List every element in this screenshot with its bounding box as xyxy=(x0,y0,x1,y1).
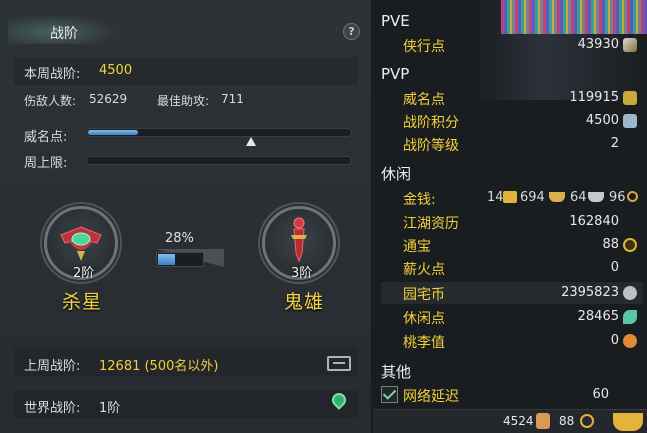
leisure-row-seniority: 江湖资历 162840 xyxy=(403,211,639,233)
other-section-header: 其他 xyxy=(381,363,412,381)
damage-count-label: 伤敌人数: xyxy=(24,94,77,108)
pvp-row-rank-score: 战阶积分 4500 xyxy=(403,110,639,132)
money-silver-value: 694 xyxy=(520,190,545,205)
stat-key: 威名点 xyxy=(403,92,445,108)
panel-title: 战阶 xyxy=(50,26,78,42)
rank-score-icon xyxy=(623,114,637,128)
gold-ingot-shop-icon[interactable] xyxy=(613,413,643,431)
stat-value: 4500 xyxy=(585,113,619,128)
stat-key: 通宝 xyxy=(403,239,431,255)
pvp-row-prestige: 威名点 119915 xyxy=(403,87,639,109)
copper-ingot-icon xyxy=(588,192,604,202)
money-gold-value: 14 xyxy=(487,190,504,205)
game-scene-decoration xyxy=(501,0,647,34)
footer-coin-value: 88 xyxy=(559,414,575,428)
stat-value: 162840 xyxy=(569,214,619,229)
gourd-icon xyxy=(623,334,637,348)
weekly-cap-bar xyxy=(86,156,352,165)
stat-value: 0 xyxy=(610,333,619,348)
copper-coin-icon xyxy=(627,191,638,202)
best-assist-label: 最佳助攻: xyxy=(157,94,210,108)
leisure-section-header: 休闲 xyxy=(381,165,412,183)
leisure-row-yuanzhai: 园宅币 2395823 xyxy=(403,282,639,304)
next-rank-name: 鬼雄 xyxy=(284,291,325,313)
world-rank-value: 1阶 xyxy=(99,401,121,416)
stat-key: 桃李值 xyxy=(403,335,445,351)
stat-value: 119915 xyxy=(569,90,619,105)
rank-progress-percent: 28% xyxy=(165,231,194,246)
cloud-icon xyxy=(623,286,637,300)
character-icon xyxy=(536,413,550,429)
weekly-rank-value: 4500 xyxy=(99,63,133,78)
leisure-row-leisure-points: 休闲点 28465 xyxy=(403,306,639,328)
money-ingot-value: 96 xyxy=(609,190,626,205)
weekly-rank-label: 本周战阶: xyxy=(24,67,81,82)
rank-panel: 战阶 ? 本周战阶: 4500 伤敌人数: 52629 最佳助攻: 711 威名… xyxy=(0,0,372,433)
rank-progress-fill xyxy=(158,254,175,265)
other-row-latency: 网络延迟 60 xyxy=(403,384,639,406)
best-assist-value: 711 xyxy=(221,92,244,106)
sword-icon xyxy=(623,38,637,52)
weekly-cap-label: 周上限: xyxy=(24,156,68,171)
leisure-row-xinhuo: 薪火点 0 xyxy=(403,257,639,279)
stat-value: 2395823 xyxy=(561,285,619,300)
reward-mail-icon[interactable] xyxy=(327,356,351,371)
stat-value: 88 xyxy=(602,237,619,252)
stat-value: 43930 xyxy=(577,37,619,52)
current-rank-level: 2阶 xyxy=(73,266,95,281)
last-week-label: 上周战阶: xyxy=(24,359,81,374)
footer-coin-icon xyxy=(580,414,594,428)
prestige-icon xyxy=(623,91,637,105)
next-rank-level: 3阶 xyxy=(291,266,313,281)
help-button[interactable]: ? xyxy=(343,23,360,40)
stat-value: 2 xyxy=(610,136,619,151)
currency-footer: 4524 88 xyxy=(373,409,647,433)
prestige-bar-fill xyxy=(88,130,138,135)
money-label: 金钱: xyxy=(403,192,436,208)
world-rank-label: 世界战阶: xyxy=(24,401,81,416)
current-rank-name: 杀星 xyxy=(62,291,103,313)
stat-key: 网络延迟 xyxy=(403,389,459,405)
money-copper-value: 64 xyxy=(570,190,587,205)
gold-ingot-icon xyxy=(503,191,517,203)
pve-row-xiaxing: 侠行点 43930 xyxy=(403,34,639,56)
stat-value: 28465 xyxy=(577,309,619,324)
stat-key: 江湖资历 xyxy=(403,216,459,232)
footer-left-value: 4524 xyxy=(503,414,534,428)
pvp-section-header: PVP xyxy=(381,65,410,83)
prestige-label: 威名点: xyxy=(24,130,68,145)
stat-key: 战阶积分 xyxy=(403,115,459,131)
pvp-row-rank-level: 战阶等级 2 xyxy=(403,133,639,155)
coin-icon xyxy=(623,238,637,252)
stat-value: 60 xyxy=(592,387,609,402)
stat-value: 0 xyxy=(610,260,619,275)
stat-key: 薪火点 xyxy=(403,262,445,278)
stat-key: 园宅币 xyxy=(403,287,445,303)
stat-key: 战阶等级 xyxy=(403,138,459,154)
pve-section-header: PVE xyxy=(381,12,410,30)
rank-panel-header: 战阶 ? xyxy=(0,0,372,48)
leaf-icon xyxy=(623,310,637,324)
rank-progress-bar xyxy=(156,252,204,267)
prestige-marker-icon xyxy=(246,137,256,146)
silver-ingot-icon xyxy=(549,192,565,202)
stat-key: 侠行点 xyxy=(403,39,445,55)
latency-checkbox[interactable] xyxy=(381,386,398,403)
damage-count-value: 52629 xyxy=(89,92,128,106)
prestige-bar xyxy=(86,128,352,137)
last-week-value: 12681 (500名以外) xyxy=(99,359,219,374)
leisure-row-taoli: 桃李值 0 xyxy=(403,330,639,352)
money-row: 金钱: 14 694 64 96 xyxy=(401,187,641,209)
currency-panel: PVE 侠行点 43930 PVP 威名点 119915 战阶积分 4500 战… xyxy=(373,0,647,433)
leisure-row-tongbao: 通宝 88 xyxy=(403,234,639,256)
stat-key: 休闲点 xyxy=(403,311,445,327)
